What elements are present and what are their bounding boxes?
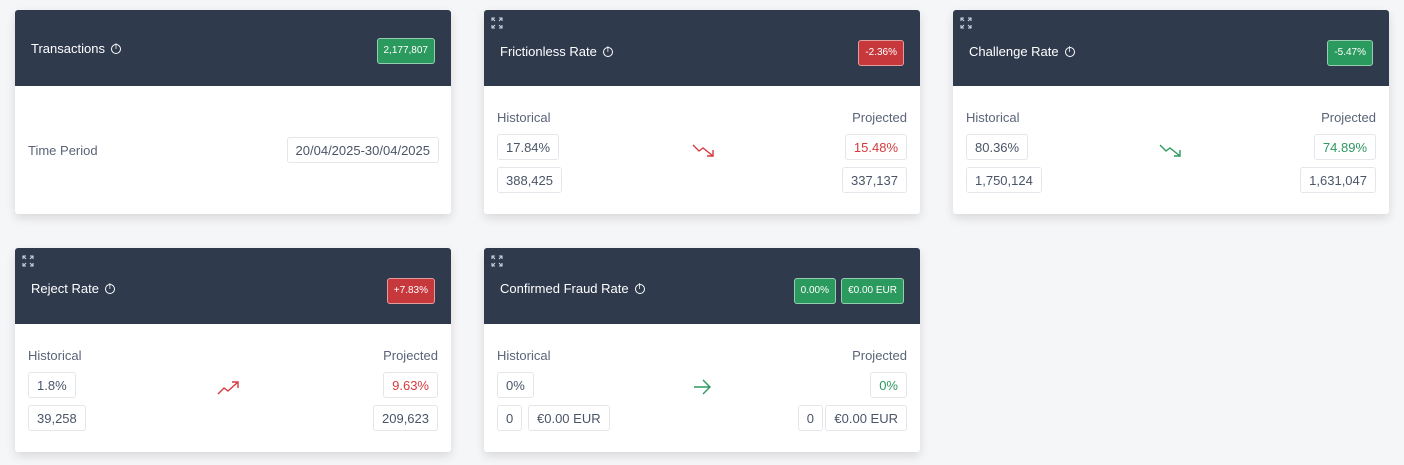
info-icon[interactable] xyxy=(104,282,115,294)
change-badge: +7.83% xyxy=(386,278,435,304)
projected-label: Projected xyxy=(383,348,438,363)
title-text: Reject Rate xyxy=(31,281,99,296)
title-text: Frictionless Rate xyxy=(500,44,597,59)
info-icon[interactable] xyxy=(634,282,645,294)
historical-label: Historical xyxy=(497,348,551,363)
trend-down-icon xyxy=(1159,144,1181,157)
card-header: Challenge Rate -5.47% xyxy=(953,10,1389,86)
projected-rate: 74.89% xyxy=(1313,134,1376,160)
historical-label: Historical xyxy=(966,110,1020,125)
historical-rate: 1.8% xyxy=(28,372,76,398)
card-title: Transactions xyxy=(31,41,121,56)
expand-icon[interactable] xyxy=(491,17,503,29)
card-title: Reject Rate xyxy=(31,281,115,296)
frictionless-rate-card: Frictionless Rate -2.36% Historical Proj… xyxy=(484,10,920,214)
card-title: Confirmed Fraud Rate xyxy=(500,281,645,296)
info-icon[interactable] xyxy=(602,45,613,57)
historical-count: 388,425 xyxy=(497,167,562,193)
projected-rate: 0% xyxy=(870,372,907,398)
info-icon[interactable] xyxy=(110,42,121,54)
confirmed-fraud-rate-card: Confirmed Fraud Rate 0.00% €0.00 EUR His… xyxy=(484,248,920,452)
card-title: Challenge Rate xyxy=(969,44,1075,59)
projected-count: 209,623 xyxy=(373,405,438,431)
title-text: Confirmed Fraud Rate xyxy=(500,281,629,296)
projected-amount: €0.00 EUR xyxy=(825,405,907,431)
projected-rate: 9.63% xyxy=(383,372,438,398)
historical-count: 39,258 xyxy=(28,405,86,431)
card-title: Frictionless Rate xyxy=(500,44,613,59)
projected-count: 0 xyxy=(797,405,823,431)
expand-icon[interactable] xyxy=(491,255,503,267)
projected-label: Projected xyxy=(852,110,907,125)
historical-rate: 17.84% xyxy=(497,134,560,160)
trend-up-icon xyxy=(217,381,239,395)
trend-down-icon xyxy=(692,144,714,157)
projected-rate: 15.48% xyxy=(844,134,907,160)
challenge-rate-card: Challenge Rate -5.47% Historical Project… xyxy=(953,10,1389,214)
title-text: Challenge Rate xyxy=(969,44,1059,59)
time-period-label: Time Period xyxy=(28,143,98,158)
reject-rate-card: Reject Rate +7.83% Historical Projected … xyxy=(15,248,451,452)
historical-amount: €0.00 EUR xyxy=(528,405,610,431)
change-badge: -2.36% xyxy=(858,40,904,66)
expand-icon[interactable] xyxy=(960,17,972,29)
card-header: Frictionless Rate -2.36% xyxy=(484,10,920,86)
projected-label: Projected xyxy=(852,348,907,363)
projected-label: Projected xyxy=(1321,110,1376,125)
fraud-rate-badge: 0.00% xyxy=(793,278,836,304)
transactions-badge: 2,177,807 xyxy=(376,38,435,64)
change-badge: -5.47% xyxy=(1327,40,1373,66)
card-header: Transactions 2,177,807 xyxy=(15,10,451,86)
fraud-amount-badge: €0.00 EUR xyxy=(841,278,904,304)
card-header: Confirmed Fraud Rate 0.00% €0.00 EUR xyxy=(484,248,920,324)
arrow-right-icon xyxy=(694,379,711,395)
historical-label: Historical xyxy=(497,110,551,125)
historical-rate: 80.36% xyxy=(966,134,1029,160)
historical-count: 0 xyxy=(497,405,523,431)
historical-rate: 0% xyxy=(497,372,534,398)
title-text: Transactions xyxy=(31,41,105,56)
historical-count: 1,750,124 xyxy=(966,167,1042,193)
projected-count: 337,137 xyxy=(842,167,907,193)
projected-count: 1,631,047 xyxy=(1300,167,1376,193)
historical-label: Historical xyxy=(28,348,82,363)
time-period-value: 20/04/2025-30/04/2025 xyxy=(286,137,439,163)
expand-icon[interactable] xyxy=(22,255,34,267)
info-icon[interactable] xyxy=(1064,45,1075,57)
card-header: Reject Rate +7.83% xyxy=(15,248,451,324)
transactions-card: Transactions 2,177,807 Time Period 20/04… xyxy=(15,10,451,214)
